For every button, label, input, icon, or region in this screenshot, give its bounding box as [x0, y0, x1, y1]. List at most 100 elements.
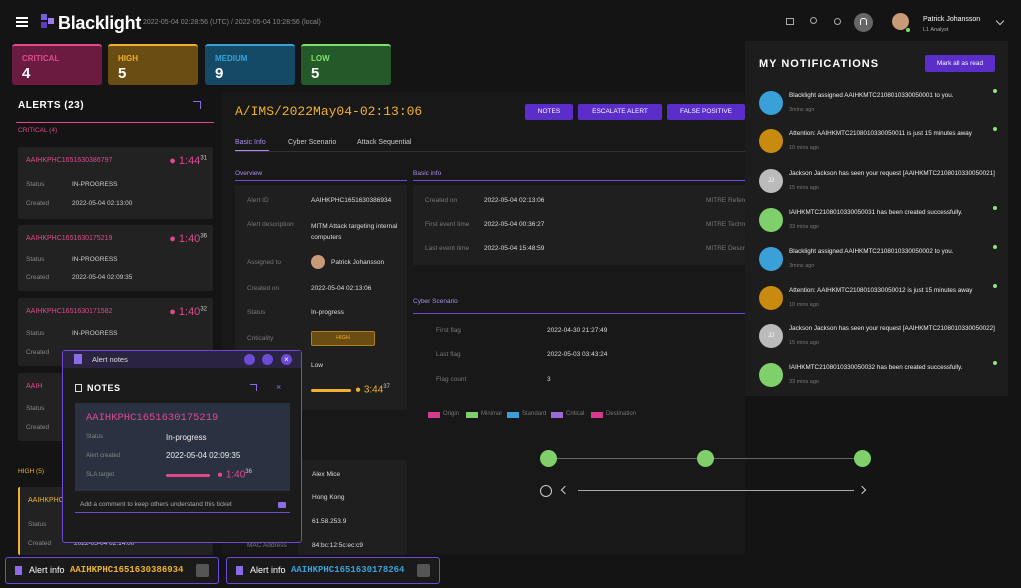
timeline-scrubber[interactable] [578, 490, 854, 491]
basic-key: First event time [425, 221, 470, 228]
overview-value: Patrick Johansson [331, 259, 385, 266]
overview-label: Overview [235, 170, 263, 177]
notification-item[interactable]: JJ Jackson Jackson has seen your request… [757, 322, 1007, 358]
calendar-icon[interactable] [786, 18, 794, 25]
play-icon[interactable] [540, 485, 552, 497]
notification-item[interactable]: Attention: AAIHKMTC2108010330050011 is j… [757, 127, 1007, 163]
legend-label: Critical [566, 411, 585, 417]
tab-attack-sequential[interactable]: Attack Sequential [357, 139, 411, 146]
critical-group-header: CRITICAL (4) [18, 127, 58, 134]
legend-swatch [551, 412, 563, 418]
escalate-alert-button[interactable]: ESCALATE ALERT [578, 104, 662, 120]
created-value: 2022-05-04 02:09:35 [72, 274, 133, 281]
tab-basic-info[interactable]: Basic Info [235, 139, 266, 146]
logo-icon [15, 566, 22, 575]
unread-dot [993, 89, 997, 93]
unread-dot [993, 245, 997, 249]
footer-alert-tab[interactable]: Alert info AAIHKPHC1651630386934 [5, 557, 219, 584]
search-icon[interactable] [810, 17, 817, 24]
overview-key: Alert ID [247, 197, 269, 204]
alert-path: A/IMS/2022May04-02:13:06 [235, 104, 423, 119]
comment-input[interactable]: Add a comment to keep others understand … [75, 497, 290, 513]
alert-card[interactable]: AAIHKPHC1651630175219 ● 1:4036 Status IN… [18, 225, 213, 291]
clock-icon[interactable] [834, 18, 841, 25]
assign-icon [759, 247, 783, 271]
alert-id: AAIHKPHC1651630386797 [26, 157, 113, 164]
restore-icon[interactable] [262, 354, 273, 365]
alert-id: AAIHKPHC [28, 497, 64, 504]
chevron-right-icon[interactable] [857, 485, 867, 495]
restore-icon[interactable] [417, 564, 430, 577]
comment-placeholder: Add a comment to keep others understand … [80, 501, 232, 508]
notification-text: Attention: AAIHKMTC2108010330050011 is j… [789, 130, 972, 137]
legend-swatch [507, 412, 519, 418]
cyber-divider [413, 313, 745, 314]
sla-progress-bar [311, 389, 351, 392]
basic-value: 2022-05-04 00:36:27 [484, 221, 545, 228]
footer-tab-alert-id: AAIHKPHC1651630386934 [70, 565, 184, 575]
legend-label: Destination [606, 411, 637, 417]
flow-node[interactable] [697, 450, 714, 467]
alert-timer: ● 1:4431 [169, 155, 207, 167]
mitre-key: MITRE Techn [706, 221, 746, 228]
overview-divider [235, 180, 407, 181]
notification-text: Blacklight assigned AAIHKMTC210801033005… [789, 248, 954, 255]
chevron-down-icon[interactable] [995, 16, 1005, 26]
overview-value: AAIHKPHC1651630386934 [311, 197, 392, 204]
basic-key: Created on [425, 197, 458, 204]
mark-all-read-button[interactable]: Mark all as read [925, 55, 995, 72]
notification-item[interactable]: Blacklight assigned AAIHKMTC210801033005… [757, 89, 1007, 125]
user-name: Patrick Johansson [923, 16, 981, 23]
status-value: IN-PROGRESS [72, 256, 118, 263]
alerts-title: ALERTS (23) [18, 100, 85, 111]
created-label: Created [26, 200, 50, 207]
tab-cyber-scenario[interactable]: Cyber Scenario [288, 139, 336, 146]
notification-item[interactable]: IAIHKMTC2108010330050031 has been create… [757, 206, 1007, 242]
flow-node[interactable] [854, 450, 871, 467]
legend-swatch [591, 412, 603, 418]
camera-icon[interactable] [278, 502, 286, 508]
overview-key: Assigned to [247, 259, 281, 266]
severity-card-medium[interactable]: MEDIUM 9 [205, 44, 295, 85]
notification-item[interactable]: Attention: AAIHKMTC2108010330050012 is j… [757, 284, 1007, 320]
close-icon[interactable]: × [276, 382, 281, 392]
basic-info-divider [413, 180, 745, 181]
notes-logo-icon [74, 354, 82, 364]
notes-icon [75, 384, 82, 392]
cyber-key: First flag [436, 327, 461, 334]
top-bar: Blacklight 2022-05-04 02:28:56 (UTC) / 2… [0, 0, 1021, 42]
notification-text: Jackson Jackson has seen your request [A… [789, 325, 995, 332]
severity-card-critical[interactable]: CRITICAL 4 [12, 44, 102, 85]
attention-icon [759, 129, 783, 153]
cyber-scenario-label: Cyber Scenario [413, 298, 458, 305]
legend-label: Minimal [481, 411, 502, 417]
mitre-key: MITRE Descri [706, 245, 747, 252]
severity-card-high[interactable]: HIGH 5 [108, 44, 198, 85]
footer-alert-tab[interactable]: Alert info AAIHKPHC1651630178264 [226, 557, 440, 584]
overview-value: Low [311, 362, 323, 369]
minimize-icon[interactable] [244, 354, 255, 365]
hamburger-menu-icon[interactable] [16, 17, 28, 27]
cyber-value: 2022-04-30 21:27:49 [547, 327, 608, 334]
false-positive-button[interactable]: FALSE POSITIVE [667, 104, 745, 120]
severity-card-low[interactable]: LOW 5 [301, 44, 391, 85]
expand-icon[interactable] [193, 101, 201, 109]
cyber-key: Last flag [436, 351, 461, 358]
notification-item[interactable]: JJ Jackson Jackson has seen your request… [757, 167, 1007, 203]
flow-node[interactable] [540, 450, 557, 467]
bell-icon[interactable] [854, 13, 873, 32]
close-icon[interactable]: × [281, 354, 292, 365]
tabs-divider [235, 151, 745, 152]
alert-id: AAIH [26, 383, 43, 390]
restore-icon[interactable] [196, 564, 209, 577]
notification-item[interactable]: IAIHKMTC2108010330050032 has been create… [757, 361, 1007, 397]
notification-item[interactable]: Blacklight assigned AAIHKMTC210801033005… [757, 245, 1007, 281]
lower-value: Alex Mice [312, 471, 341, 478]
overview-value: 2022-05-04 02:13:06 [311, 285, 372, 292]
expand-icon[interactable] [250, 384, 257, 391]
notification-time: 15 mins ago [789, 185, 819, 191]
alert-card[interactable]: AAIHKPHC1651630386797 ● 1:4431 Status IN… [18, 147, 213, 219]
notification-time: 3mins ago [789, 263, 815, 269]
notes-button[interactable]: NOTES [525, 104, 573, 120]
lower-value: 84:bc:12:5c:ec:c9 [312, 542, 363, 549]
